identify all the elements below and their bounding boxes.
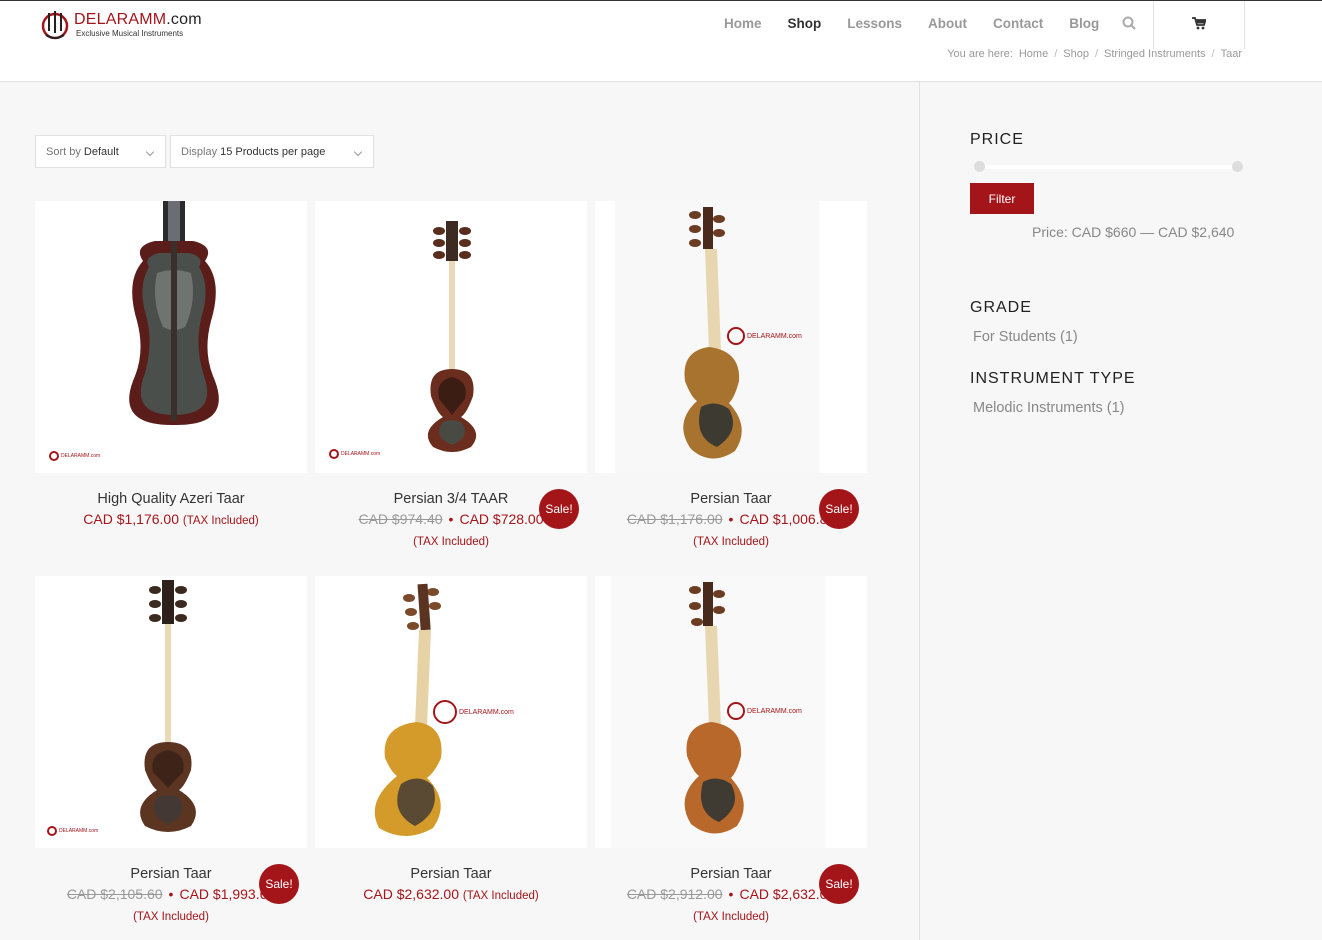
nav-contact[interactable]: Contact: [980, 16, 1056, 31]
price-slider-max-handle[interactable]: [1232, 161, 1243, 172]
watermark-logo: DELARAMM.com: [329, 449, 380, 459]
taar-image: [129, 201, 219, 426]
price-slider-track[interactable]: [979, 165, 1238, 169]
product-image[interactable]: DELARAMM.com: [35, 576, 307, 848]
sort-select[interactable]: Sort by Default: [35, 135, 166, 168]
grade-widget-title: GRADE: [970, 299, 1032, 316]
old-price: CAD $2,105.60: [66, 886, 163, 902]
tax-note: (TAX Included): [133, 911, 209, 923]
taar-image: [427, 221, 477, 452]
product-image[interactable]: DELARAMM.com: [315, 576, 587, 848]
nav-shop[interactable]: Shop: [775, 16, 835, 31]
product-price: CAD $1,176.00 (TAX Included): [83, 511, 259, 527]
old-price: CAD $974.40: [358, 511, 443, 527]
product-card[interactable]: DELARAMM.com Persian Taar CAD $2,105.60 •…: [35, 576, 307, 923]
watermark-logo: DELARAMM.com: [49, 451, 100, 461]
watermark-logo: DELARAMM.com: [47, 826, 98, 836]
product-card[interactable]: DELARAMM.com Persian 3/4 TAAR CAD $974.4…: [315, 201, 587, 548]
product-title[interactable]: High Quality Azeri Taar: [35, 491, 307, 507]
breadcrumb: You are here: Home / Shop / Stringed Ins…: [947, 48, 1242, 60]
sale-badge: Sale!: [819, 489, 859, 529]
main-nav: Home Shop Lessons About Contact Blog: [711, 1, 1245, 49]
product-title[interactable]: Persian Taar: [315, 866, 587, 882]
chevron-down-icon: [353, 147, 363, 157]
watermark-logo: DELARAMM.com: [727, 327, 802, 345]
per-page-select[interactable]: Display 15 Products per page: [170, 135, 374, 168]
product-image[interactable]: DELARAMM.com: [315, 201, 587, 473]
sidebar-divider: [919, 82, 920, 940]
product-card[interactable]: DELARAMM.com Persian Taar CAD $2,912.00 •…: [595, 576, 867, 923]
product-card[interactable]: DELARAMM.com High Quality Azeri Taar CAD…: [35, 201, 307, 527]
logo-name: DELARAMM.com: [74, 10, 202, 28]
filter-button[interactable]: Filter: [970, 183, 1034, 214]
sale-badge: Sale!: [539, 489, 579, 529]
watermark-logo: DELARAMM.com: [727, 702, 802, 720]
tax-note: (TAX Included): [413, 536, 489, 548]
price-range-label: Price: CAD $660 — CAD $2,640: [1032, 224, 1235, 240]
product-card[interactable]: DELARAMM.com Persian Taar CAD $1,176.00 •…: [595, 201, 867, 548]
melodic-instruments-link[interactable]: Melodic Instruments (1): [973, 400, 1125, 416]
old-price: CAD $1,176.00: [626, 511, 723, 527]
logo-tagline: Exclusive Musical Instruments: [76, 28, 184, 38]
grade-for-students-link[interactable]: For Students (1): [973, 329, 1078, 345]
logo-mark-icon: [41, 11, 69, 40]
sale-badge: Sale!: [819, 864, 859, 904]
tax-note: (TAX Included): [693, 911, 769, 923]
chevron-down-icon: [145, 147, 155, 157]
tax-note: (TAX Included): [693, 536, 769, 548]
sale-badge: Sale!: [259, 864, 299, 904]
site-logo[interactable]: DELARAMM.com Exclusive Musical Instrumen…: [40, 7, 202, 41]
instrument-type-widget-title: INSTRUMENT TYPE: [970, 370, 1136, 387]
nav-home[interactable]: Home: [711, 16, 775, 31]
taar-image: [140, 580, 196, 832]
breadcrumb-current: Taar: [1220, 48, 1242, 60]
nav-about[interactable]: About: [915, 16, 980, 31]
price-slider-min-handle[interactable]: [974, 161, 985, 172]
price-widget-title: PRICE: [970, 131, 1024, 148]
product-card[interactable]: DELARAMM.com Persian Taar CAD $2,632.00 …: [315, 576, 587, 902]
cart-icon[interactable]: [1192, 17, 1206, 30]
watermark-logo: DELARAMM.com: [433, 700, 514, 724]
product-price: CAD $2,632.00 (TAX Included): [363, 886, 539, 902]
product-image[interactable]: DELARAMM.com: [35, 201, 307, 473]
breadcrumb-home[interactable]: Home: [1019, 48, 1048, 60]
nav-lessons[interactable]: Lessons: [834, 16, 915, 31]
product-image[interactable]: DELARAMM.com: [595, 201, 867, 473]
nav-blog[interactable]: Blog: [1056, 16, 1112, 31]
search-icon[interactable]: [1114, 15, 1144, 31]
breadcrumb-stringed[interactable]: Stringed Instruments: [1104, 48, 1206, 60]
product-image[interactable]: DELARAMM.com: [595, 576, 867, 848]
site-header: DELARAMM.com Exclusive Musical Instrumen…: [0, 0, 1322, 82]
old-price: CAD $2,912.00: [626, 886, 723, 902]
breadcrumb-shop[interactable]: Shop: [1063, 48, 1089, 60]
